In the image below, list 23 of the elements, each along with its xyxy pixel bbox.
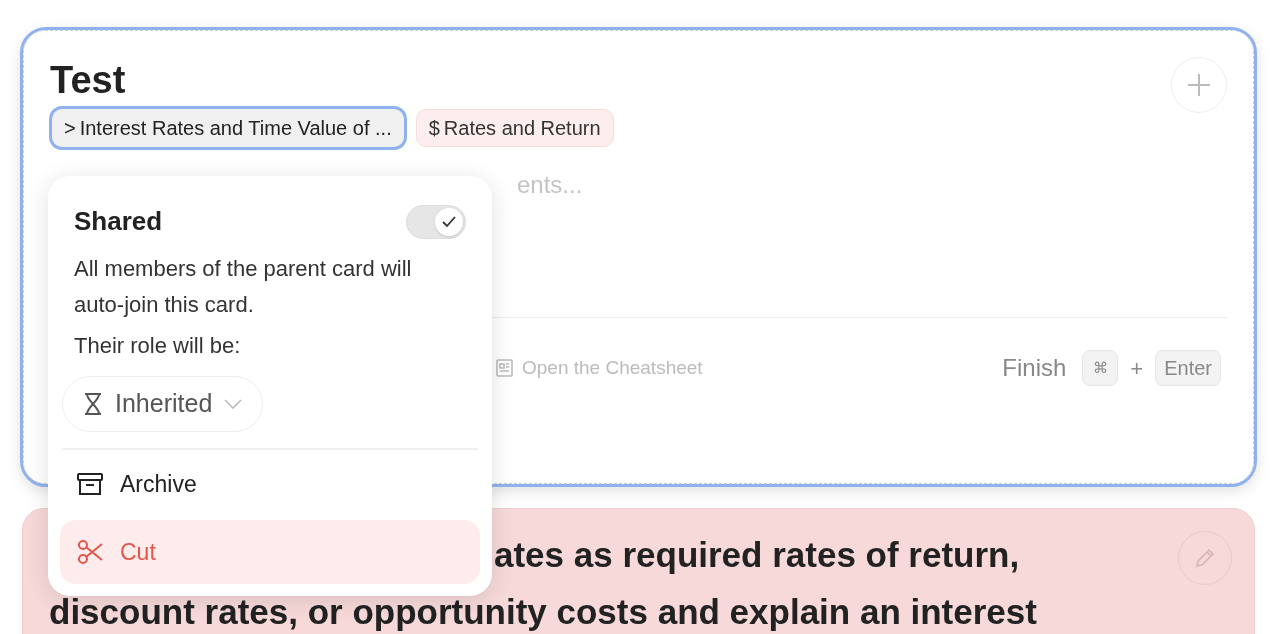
chevron-down-icon: [224, 399, 243, 409]
archive-icon: [76, 471, 104, 497]
newspaper-icon: [494, 358, 514, 378]
role-label: Their role will be:: [73, 332, 242, 360]
card-title: Test: [50, 58, 126, 103]
tag-chip[interactable]: $ Rates and Return: [415, 109, 614, 147]
hourglass-icon: [83, 392, 103, 416]
card-heading: ates as required rates of return,: [494, 534, 1020, 576]
card-heading: discount rates, or opportunity costs and explain an interest: [49, 595, 1037, 629]
check-icon: [442, 215, 456, 228]
pencil-icon: [1193, 546, 1217, 570]
parent-chip[interactable]: > Interest Rates and Time Value of ...: [52, 109, 404, 147]
shared-label: Shared: [74, 205, 163, 238]
finish-label: Finish: [1002, 353, 1067, 383]
key-cap: ⌘: [1082, 350, 1119, 386]
placeholder-text: ents...: [517, 171, 583, 198]
key-cap: Enter: [1155, 350, 1221, 386]
shared-toggle[interactable]: [406, 204, 466, 239]
scissors-icon: [76, 538, 104, 566]
plus-sign: +: [1130, 354, 1144, 383]
menu-item[interactable]: Archive: [60, 452, 480, 516]
plus-icon: [1187, 73, 1211, 97]
shared-description: All members of the parent card will auto-join this card.: [73, 255, 413, 319]
